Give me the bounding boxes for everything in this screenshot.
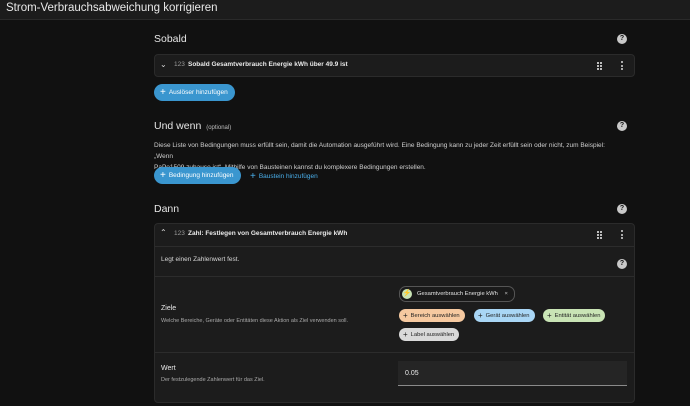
more-menu-icon[interactable] xyxy=(621,61,624,71)
drag-handle-icon[interactable] xyxy=(597,231,605,239)
targets-label: Ziele xyxy=(161,305,177,312)
lightning-bolt-icon: ⚡ xyxy=(402,289,412,299)
add-trigger-button[interactable]: + Auslöser hinzufügen xyxy=(154,84,235,101)
chevron-up-icon[interactable]: ⌃ xyxy=(160,228,167,237)
value-sublabel: Der festzulegende Zahlenwert für das Zie… xyxy=(161,377,265,383)
description-line: Diese Liste von Bedingungen muss erfüllt… xyxy=(154,142,605,160)
select-area-chip[interactable]: + Bereich auswählen xyxy=(399,309,465,322)
help-icon[interactable]: ? xyxy=(617,34,627,44)
targets-sublabel: Welche Bereiche, Geräte oder Entitäten d… xyxy=(161,318,348,324)
und-wenn-title: Und wenn xyxy=(154,120,202,132)
value-label: Wert xyxy=(161,365,176,372)
more-menu-icon[interactable] xyxy=(621,230,624,240)
value-input-text: 0.05 xyxy=(405,370,419,377)
add-trigger-label: Auslöser hinzufügen xyxy=(168,89,228,96)
entity-name: Gesamtverbrauch Energie kWh xyxy=(417,291,498,297)
chip-label: Entität auswählen xyxy=(554,313,601,319)
divider xyxy=(155,276,634,277)
plus-icon: + xyxy=(403,311,408,320)
optional-label: (optional) xyxy=(206,125,232,131)
trigger-label: Sobald Gesamtverbrauch Energie kWh über … xyxy=(188,61,348,68)
action-label: Zahl: Festlegen von Gesamtverbrauch Ener… xyxy=(188,230,348,237)
help-icon[interactable]: ? xyxy=(617,204,627,214)
select-label-chip[interactable]: + Label auswählen xyxy=(399,328,460,341)
action-description: Legt einen Zahlenwert fest. xyxy=(161,256,240,263)
add-condition-button[interactable]: + Bedingung hinzufügen xyxy=(154,167,241,184)
section-title-sobald: Sobald xyxy=(154,33,187,45)
plus-icon: + xyxy=(547,311,552,320)
help-icon[interactable]: ? xyxy=(617,121,627,131)
plus-icon: + xyxy=(160,170,166,181)
plus-icon: + xyxy=(160,87,166,98)
plus-icon: + xyxy=(478,311,483,320)
plus-icon: + xyxy=(250,171,256,182)
add-block-label: Baustein hinzufügen xyxy=(258,173,318,180)
value-input[interactable]: 0.05 xyxy=(398,361,627,386)
chevron-down-icon[interactable]: ⌄ xyxy=(160,60,167,69)
section-title-dann: Dann xyxy=(154,203,180,215)
action-card: ⌃ 123 Zahl: Festlegen von Gesamtverbrauc… xyxy=(154,223,635,403)
plus-icon: + xyxy=(403,330,408,339)
action-header[interactable]: ⌃ 123 Zahl: Festlegen von Gesamtverbrauc… xyxy=(155,224,634,245)
add-block-button[interactable]: + Baustein hinzufügen xyxy=(250,171,318,182)
close-icon[interactable]: × xyxy=(505,291,508,297)
add-condition-label: Bedingung hinzufügen xyxy=(168,172,234,179)
divider xyxy=(155,352,634,353)
drag-handle-icon[interactable] xyxy=(597,62,605,70)
select-device-chip[interactable]: + Gerät auswählen xyxy=(474,309,535,322)
app-header: Strom-Verbrauchsabweichung korrigieren xyxy=(0,0,690,20)
chip-label: Gerät auswählen xyxy=(485,313,530,319)
select-entity-chip[interactable]: + Entität auswählen xyxy=(543,309,606,322)
selected-entity-chip[interactable]: ⚡ Gesamtverbrauch Energie kWh × xyxy=(399,286,515,302)
divider xyxy=(155,246,634,247)
number-icon: 123 xyxy=(174,230,185,237)
page-title: Strom-Verbrauchsabweichung korrigieren xyxy=(6,2,218,14)
help-icon[interactable]: ? xyxy=(617,259,627,269)
chip-label: Bereich auswählen xyxy=(410,313,460,319)
section-title-und-wenn: Und wenn (optional) xyxy=(154,120,231,132)
chip-label: Label auswählen xyxy=(410,332,455,338)
number-icon: 123 xyxy=(174,61,185,68)
trigger-row[interactable]: ⌄ 123 Sobald Gesamtverbrauch Energie kWh… xyxy=(154,54,635,77)
